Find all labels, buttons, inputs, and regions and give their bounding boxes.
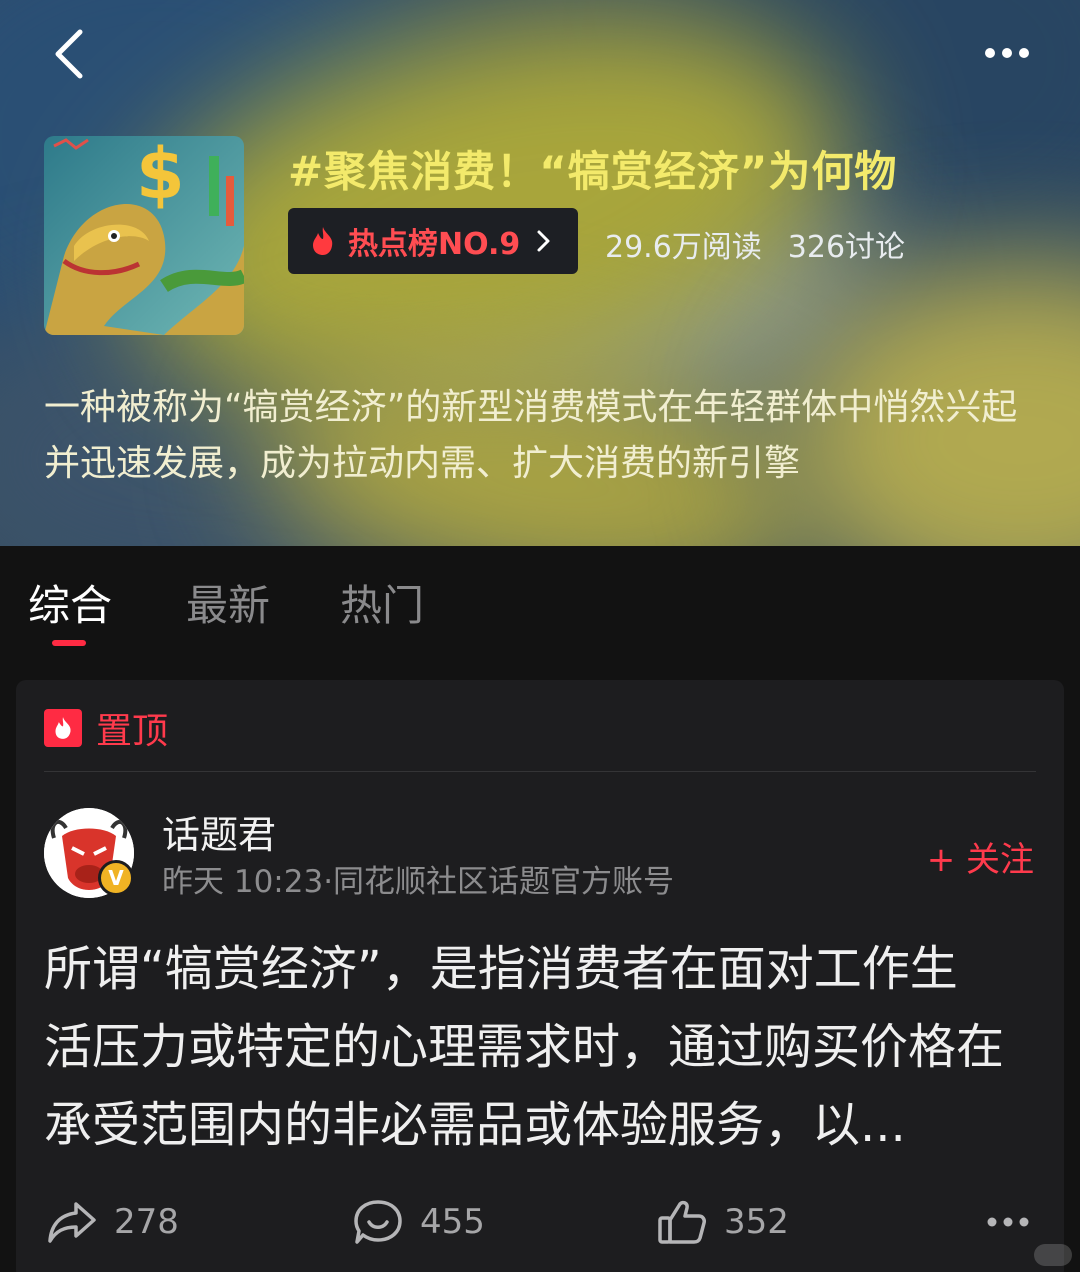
hot-rank-badge[interactable]: 热点榜NO.9: [288, 208, 578, 274]
like-button[interactable]: 352: [656, 1196, 789, 1248]
topic-title: #聚焦消费！“犒赏经济”为何物: [288, 147, 898, 196]
author-name[interactable]: 话题君: [162, 804, 276, 859]
topic-stats: 29.6万阅读 326讨论: [605, 222, 905, 266]
fire-icon: [44, 709, 82, 747]
read-count: 29.6万阅读: [605, 230, 762, 265]
tab-overall[interactable]: 综合: [28, 572, 112, 633]
thumbs-up-icon: [658, 1200, 706, 1244]
follow-button[interactable]: + 关注: [927, 832, 1034, 881]
svg-text:$: $: [136, 136, 185, 215]
active-tab-indicator: [52, 640, 86, 646]
topic-description: 一种被称为“犒赏经济”的新型消费模式在年轻群体中悄然兴起并迅速发展，成为拉动内需…: [44, 387, 1018, 484]
share-button[interactable]: 278: [46, 1196, 179, 1248]
discuss-count: 326讨论: [787, 230, 906, 265]
comment-icon: [354, 1200, 402, 1244]
fire-icon: [313, 227, 333, 255]
verified-badge-icon: V: [98, 860, 134, 896]
topic-cover-image: $: [44, 136, 244, 335]
pinned-label: 置顶: [96, 711, 169, 752]
watermark-logo: [1034, 1244, 1072, 1266]
divider: [44, 771, 1036, 772]
post-body[interactable]: 所谓“犒赏经济”，是指消费者在面对工作生活压力或特定的心理需求时，通过购买价格在…: [44, 930, 1004, 1164]
comment-button[interactable]: 455: [352, 1196, 485, 1248]
post-more-icon[interactable]: [984, 1212, 1032, 1232]
pinned-label-row: 置顶: [44, 706, 168, 752]
share-count: 278: [114, 1202, 179, 1242]
tab-bar: 综合 最新 热门: [0, 546, 1080, 656]
post-meta: 昨天 10:23·同花顺社区话题官方账号: [162, 864, 675, 900]
back-icon[interactable]: [46, 26, 96, 82]
tab-hot[interactable]: 热门: [340, 572, 424, 633]
more-options-icon[interactable]: [982, 38, 1032, 68]
share-icon: [48, 1202, 96, 1243]
tab-latest[interactable]: 最新: [186, 572, 270, 633]
hot-rank-label: 热点榜NO.9: [348, 227, 521, 262]
chevron-right-icon: [537, 230, 550, 252]
topic-header: $ #聚焦消费！“犒赏经济”为何物 热点榜NO.9 29.6万阅读 326讨论 一…: [0, 0, 1080, 546]
comment-count: 455: [420, 1202, 485, 1242]
like-count: 352: [724, 1202, 789, 1242]
